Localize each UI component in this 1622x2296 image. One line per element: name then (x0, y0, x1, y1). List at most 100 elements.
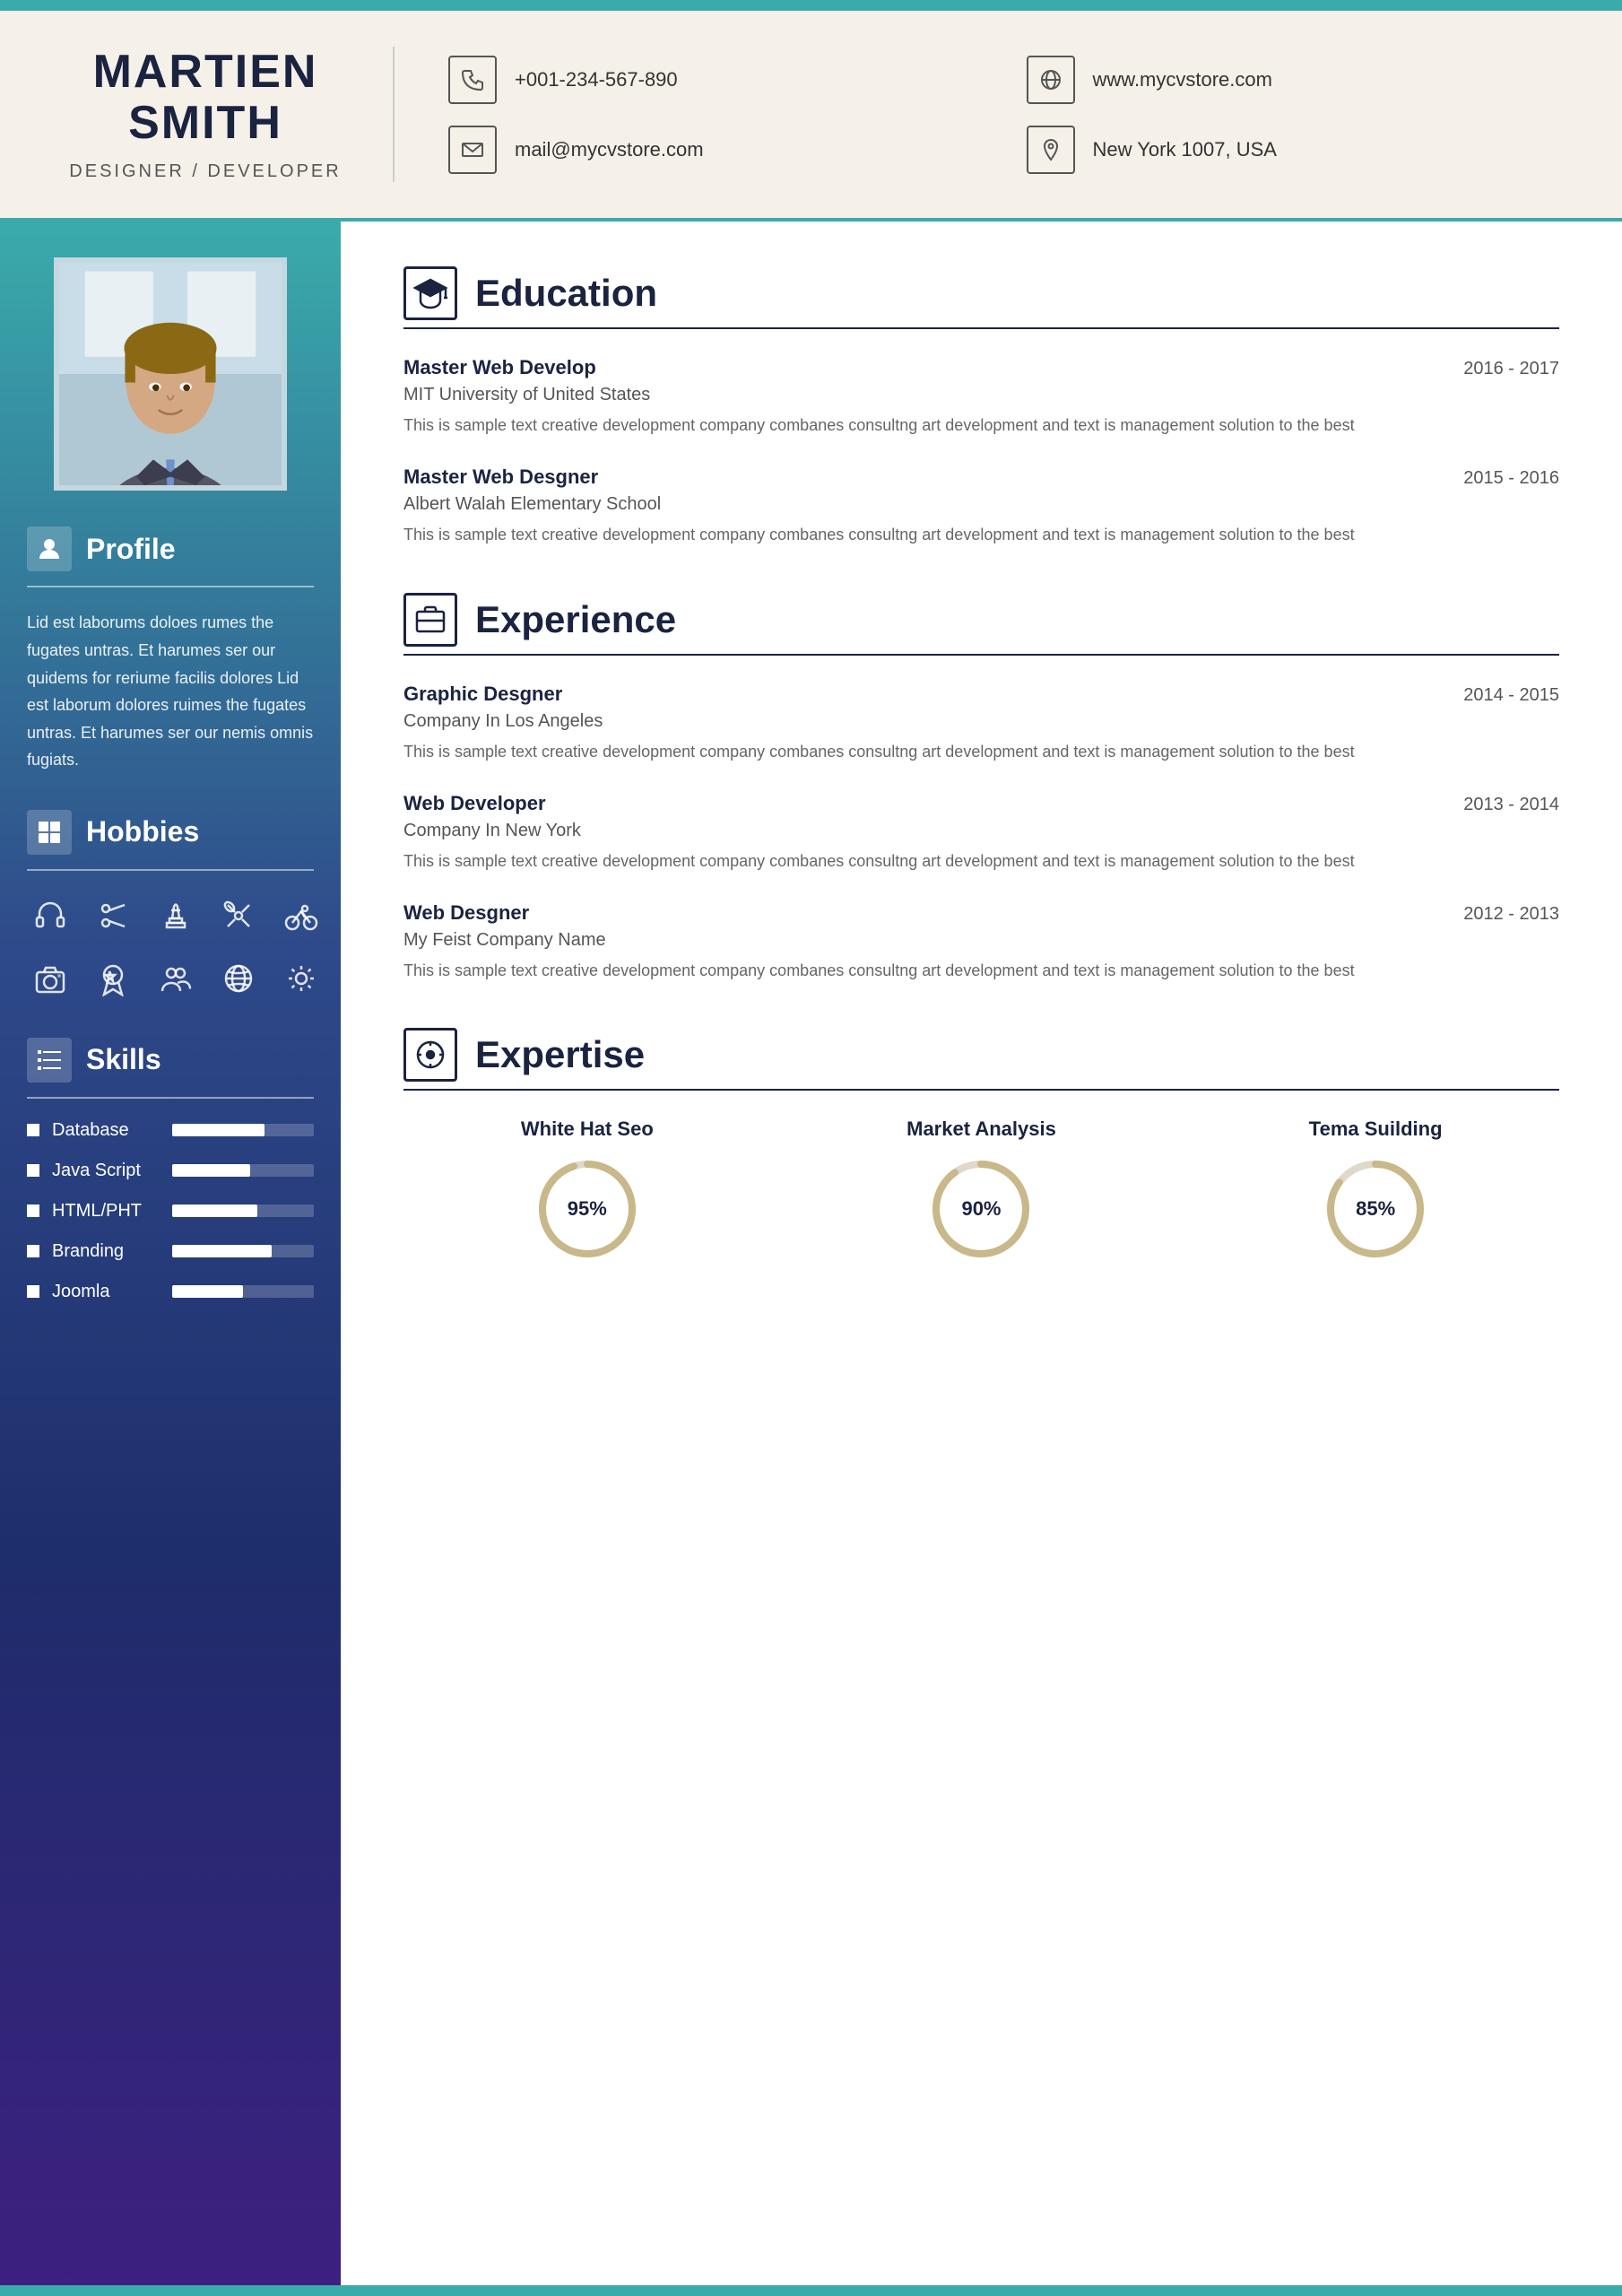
experience-entry-3: Web Desgner 2012 - 2013 My Feist Company… (403, 901, 1559, 984)
hobbies-icon (27, 810, 72, 855)
experience-entry-1: Graphic Desgner 2014 - 2015 Company In L… (403, 683, 1559, 765)
expertise-circle-3: 85% (1322, 1155, 1429, 1263)
entry-date: 2014 - 2015 (1463, 685, 1559, 706)
main-content: Education Master Web Develop 2016 - 2017… (341, 222, 1622, 2285)
skill-branding: Branding (27, 1241, 314, 1262)
skill-html: HTML/PHT (27, 1201, 314, 1222)
skill-name: HTML/PHT (52, 1201, 160, 1222)
cycling-icon (278, 892, 325, 939)
education-divider (403, 327, 1559, 329)
experience-title: Experience (475, 598, 676, 641)
entry-date: 2013 - 2014 (1463, 795, 1559, 815)
expertise-label: Tema Suilding (1192, 1118, 1559, 1141)
scissors-icon (90, 892, 136, 939)
expertise-label: Market Analysis (798, 1118, 1166, 1141)
chess-icon (152, 892, 199, 939)
entry-title: Master Web Develop (403, 356, 596, 379)
skill-name: Database (52, 1120, 160, 1141)
education-icon (403, 266, 457, 320)
expertise-grid: White Hat Seo 95% Market Analysis (403, 1118, 1559, 1263)
entry-company: My Feist Company Name (403, 930, 1559, 951)
email-value: mail@mycvstore.com (515, 138, 704, 161)
phone-contact: +001-234-567-890 (448, 56, 991, 104)
skill-bullet (27, 1285, 39, 1298)
skill-bar-fill (172, 1285, 243, 1298)
settings2-icon (278, 955, 325, 1002)
entry-header: Master Web Desgner 2015 - 2016 (403, 465, 1559, 489)
entry-company: Company In Los Angeles (403, 711, 1559, 732)
camera-icon (27, 955, 74, 1002)
skill-joomla: Joomla (27, 1282, 314, 1302)
entry-description: This is sample text creative development… (403, 739, 1559, 765)
education-entry-1: Master Web Develop 2016 - 2017 MIT Unive… (403, 356, 1559, 439)
phone-value: +001-234-567-890 (515, 68, 678, 91)
skill-bar-bg (172, 1205, 314, 1217)
expertise-percent: 95% (568, 1197, 607, 1221)
skill-bullet (27, 1124, 39, 1136)
profile-icon (27, 526, 72, 571)
phone-icon (448, 56, 497, 104)
skills-section-header: Skills (27, 1038, 314, 1083)
skill-bullet (27, 1205, 39, 1217)
bottom-bar (0, 2285, 1622, 2296)
hobbies-grid (27, 892, 314, 1002)
expertise-percent: 90% (961, 1197, 1001, 1221)
people-icon (152, 955, 199, 1002)
entry-date: 2015 - 2016 (1463, 468, 1559, 489)
entry-title: Web Developer (403, 792, 546, 815)
location-icon (1027, 126, 1075, 174)
expertise-label: White Hat Seo (403, 1118, 771, 1141)
expertise-circle-1: 95% (533, 1155, 641, 1263)
email-icon (448, 126, 497, 174)
education-section: Education Master Web Develop 2016 - 2017… (403, 266, 1559, 548)
skill-bar-bg (172, 1245, 314, 1257)
skill-name: Branding (52, 1241, 160, 1262)
skill-bar-fill (172, 1245, 272, 1257)
sidebar: Profile Lid est laborums doloes rumes th… (0, 222, 341, 2285)
hobbies-section-title: Hobbies (86, 815, 199, 848)
expertise-header: Expertise (403, 1028, 1559, 1082)
expertise-icon (403, 1028, 457, 1082)
skill-name: Java Script (52, 1161, 160, 1181)
skill-bullet (27, 1245, 39, 1257)
satellite-icon (215, 892, 262, 939)
skill-bullet (27, 1164, 39, 1177)
entry-date: 2012 - 2013 (1463, 904, 1559, 925)
award-icon (90, 955, 136, 1002)
entry-description: This is sample text creative development… (403, 413, 1559, 439)
profile-section-title: Profile (86, 533, 176, 566)
expertise-divider (403, 1089, 1559, 1091)
entry-institution: Albert Walah Elementary School (403, 494, 1559, 515)
location-value: New York 1007, USA (1093, 138, 1277, 161)
experience-section: Experience Graphic Desgner 2014 - 2015 C… (403, 593, 1559, 983)
email-contact: mail@mycvstore.com (448, 126, 991, 174)
expertise-title: Expertise (475, 1033, 645, 1076)
skills-icon (27, 1038, 72, 1083)
skills-list: Database Java Script HTML/PHT (27, 1120, 314, 1302)
profile-photo (54, 257, 287, 491)
expertise-percent: 85% (1356, 1197, 1395, 1221)
skill-bar-fill (172, 1205, 257, 1217)
website-value: www.mycvstore.com (1093, 68, 1272, 91)
skill-bar-bg (172, 1124, 314, 1136)
website-icon (1027, 56, 1075, 104)
skill-bar-bg (172, 1285, 314, 1298)
education-title: Education (475, 272, 657, 315)
education-entry-2: Master Web Desgner 2015 - 2016 Albert Wa… (403, 465, 1559, 548)
resume-header: MARTIEN SMITH DESIGNER / DEVELOPER +001-… (0, 11, 1622, 222)
expertise-item-2: Market Analysis 90% (798, 1118, 1166, 1263)
entry-title: Web Desgner (403, 901, 529, 925)
contact-info: +001-234-567-890 www.mycvstore.com mail@… (448, 56, 1568, 174)
job-title: DESIGNER / DEVELOPER (54, 161, 357, 182)
experience-entry-2: Web Developer 2013 - 2014 Company In New… (403, 792, 1559, 874)
entry-title: Graphic Desgner (403, 683, 562, 706)
headphones-icon (27, 892, 74, 939)
skill-bar-bg (172, 1164, 314, 1177)
skills-divider (27, 1097, 314, 1099)
education-header: Education (403, 266, 1559, 320)
entry-header: Web Desgner 2012 - 2013 (403, 901, 1559, 925)
experience-header: Experience (403, 593, 1559, 647)
skill-bar-fill (172, 1124, 265, 1136)
entry-header: Master Web Develop 2016 - 2017 (403, 356, 1559, 379)
location-contact: New York 1007, USA (1027, 126, 1569, 174)
